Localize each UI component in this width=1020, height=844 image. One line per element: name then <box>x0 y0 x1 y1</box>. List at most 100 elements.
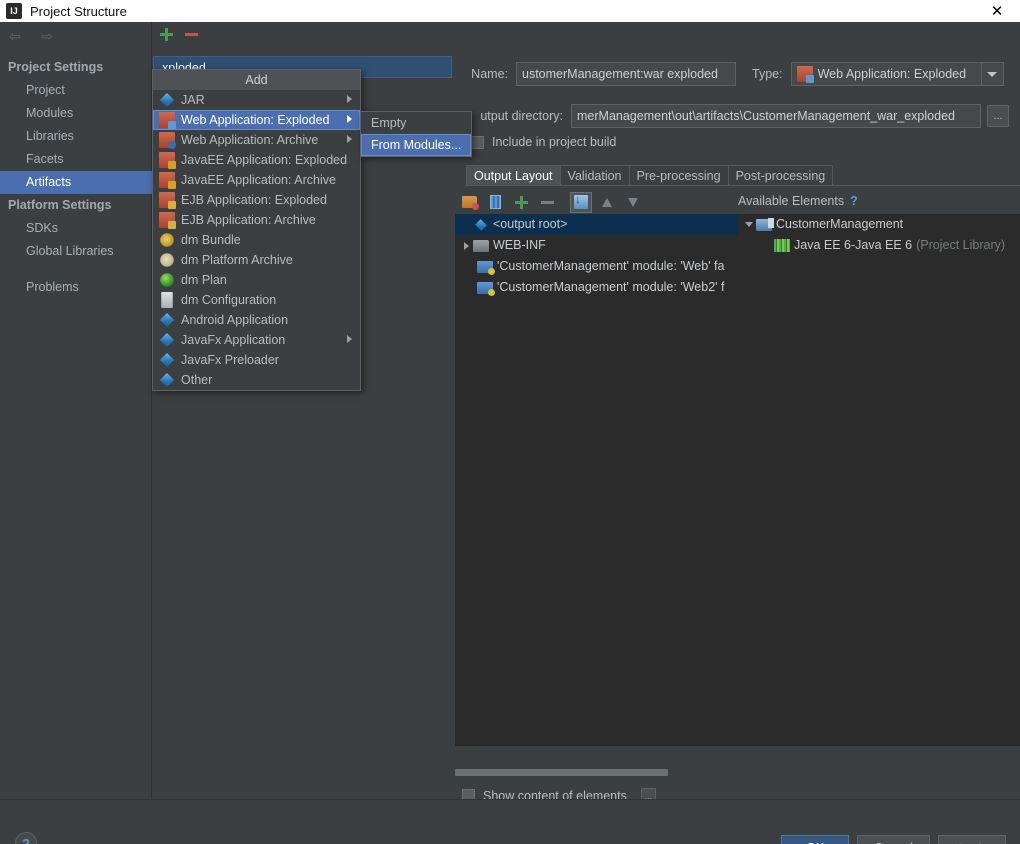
include-in-build-checkbox[interactable] <box>471 135 484 149</box>
help-icon[interactable]: ? <box>850 194 858 208</box>
menu-item-label: Web Application: Archive <box>181 133 319 147</box>
cancel-button[interactable]: Cancel <box>857 835 930 844</box>
output-tree-horizontal-scrollbar[interactable] <box>455 768 738 777</box>
sidebar-item-global-libraries[interactable]: Global Libraries <box>0 240 152 263</box>
chevron-right-icon <box>347 135 352 143</box>
forward-arrow-icon[interactable]: ⇨ <box>36 26 58 46</box>
sidebar-item-libraries[interactable]: Libraries <box>0 125 152 148</box>
menu-item-web-application-exploded[interactable]: Web Application: Exploded <box>153 110 360 130</box>
back-arrow-icon[interactable]: ⇦ <box>4 26 26 46</box>
project-structure-dialog: IJ Project Structure ✕ ⇦ ⇨ Project Setti… <box>0 0 1020 844</box>
sidebar-item-modules[interactable]: Modules <box>0 102 152 125</box>
window-title: Project Structure <box>30 3 127 19</box>
window-titlebar: IJ Project Structure ✕ <box>0 0 1020 22</box>
menu-item-ejb-application-exploded[interactable]: EJB Application: Exploded <box>153 190 360 210</box>
move-down-icon[interactable] <box>622 192 644 213</box>
include-in-build-row[interactable]: Include in project build <box>471 135 616 149</box>
submenu-item-empty[interactable]: Empty <box>361 112 471 134</box>
available-row-label: Java EE 6-Java EE 6 <box>794 238 913 252</box>
other-icon <box>159 372 175 388</box>
chevron-down-icon[interactable] <box>742 222 756 227</box>
output-directory-input[interactable]: merManagement\out\artifacts\CustomerMana… <box>571 104 981 128</box>
tree-row[interactable]: 'CustomerManagement' module: 'Web' fa <box>455 256 738 277</box>
sort-icon[interactable] <box>570 191 592 213</box>
apply-button[interactable]: Apply <box>938 835 1006 844</box>
available-row[interactable]: Java EE 6-Java EE 6 (Project Library) <box>738 235 1020 256</box>
menu-item-android-application[interactable]: Android Application <box>153 310 360 330</box>
menu-item-dm-bundle[interactable]: dm Bundle <box>153 230 360 250</box>
ok-button[interactable]: OK <box>781 835 850 844</box>
help-icon[interactable]: ? <box>15 832 37 844</box>
output-layout-tree[interactable]: <output root> WEB-INF 'CustomerManagemen… <box>455 214 738 746</box>
tab-post-processing[interactable]: Post-processing <box>727 165 834 186</box>
move-up-icon[interactable] <box>596 192 618 213</box>
menu-item-javafx-application[interactable]: JavaFx Application <box>153 330 360 350</box>
menu-item-label: Android Application <box>181 313 289 327</box>
menu-item-dm-plan[interactable]: dm Plan <box>153 270 360 290</box>
javaee-archive-icon <box>159 172 176 189</box>
menu-item-javafx-preloader[interactable]: JavaFx Preloader <box>153 350 360 370</box>
tab-output-layout[interactable]: Output Layout <box>466 165 561 186</box>
sidebar-item-project[interactable]: Project <box>0 79 152 102</box>
menu-item-javaee-application-exploded[interactable]: JavaEE Application: Exploded <box>153 150 360 170</box>
menu-item-dm-configuration[interactable]: dm Configuration <box>153 290 360 310</box>
remove-artifact-button[interactable] <box>184 27 199 42</box>
dialog-footer: ? OK Cancel Apply <box>0 799 1020 844</box>
tree-row-label: 'CustomerManagement' module: 'Web2' f <box>497 280 725 294</box>
add-directory-icon[interactable] <box>458 192 480 213</box>
tab-pre-processing[interactable]: Pre-processing <box>628 165 729 186</box>
add-copy-icon[interactable] <box>510 192 532 213</box>
artifact-name-input[interactable]: ustomerManagement:war exploded <box>516 62 736 86</box>
app-logo-icon: IJ <box>6 3 22 19</box>
menu-item-jar[interactable]: JAR <box>153 90 360 110</box>
chevron-right-icon <box>347 115 352 123</box>
menu-item-label: JavaFx Preloader <box>181 353 279 367</box>
sidebar-item-sdks[interactable]: SDKs <box>0 217 152 240</box>
menu-item-label: JavaFx Application <box>181 333 286 347</box>
chevron-down-icon[interactable] <box>980 63 1003 85</box>
sidebar-nav-arrows: ⇦ ⇨ <box>4 26 58 46</box>
menu-item-other[interactable]: Other <box>153 370 360 390</box>
menu-item-label: EJB Application: Exploded <box>181 193 327 207</box>
web-archive-icon <box>159 132 176 149</box>
menu-item-label: dm Bundle <box>181 233 241 247</box>
tree-row[interactable]: 'CustomerManagement' module: 'Web2' f <box>455 277 738 298</box>
menu-item-web-application-archive[interactable]: Web Application: Archive <box>153 130 360 150</box>
menu-item-label: JavaEE Application: Exploded <box>181 153 348 167</box>
close-icon[interactable]: ✕ <box>974 0 1020 22</box>
artifact-type-combo[interactable]: Web Application: Exploded <box>790 62 1004 86</box>
sidebar-group-platform-settings: Platform Settings <box>8 198 112 212</box>
sidebar-item-artifacts[interactable]: Artifacts <box>0 171 152 194</box>
scrollbar-thumb[interactable] <box>455 769 668 776</box>
tree-row[interactable]: <output root> <box>455 214 738 235</box>
sidebar-item-facets[interactable]: Facets <box>0 148 152 171</box>
chevron-right-icon[interactable] <box>459 241 473 250</box>
artifacts-toolbar <box>153 22 452 46</box>
submenu-item-from-modules[interactable]: From Modules... <box>361 134 471 156</box>
add-artifact-button[interactable] <box>159 27 174 42</box>
menu-item-label: JAR <box>181 93 205 107</box>
menu-item-javaee-application-archive[interactable]: JavaEE Application: Archive <box>153 170 360 190</box>
available-row[interactable]: CustomerManagement <box>738 214 1020 235</box>
sidebar-item-problems[interactable]: Problems <box>0 276 152 299</box>
add-library-icon[interactable] <box>484 192 506 213</box>
dm-configuration-icon <box>161 292 173 308</box>
jar-icon <box>159 92 175 108</box>
sidebar-list: Project Settings Project Modules Librari… <box>0 56 152 299</box>
menu-item-label: dm Plan <box>181 273 227 287</box>
web-exploded-icon <box>796 66 814 83</box>
available-elements-tree[interactable]: CustomerManagement Java EE 6-Java EE 6 (… <box>738 214 1020 746</box>
tabs-underline <box>466 185 1020 186</box>
remove-icon[interactable] <box>536 192 558 213</box>
module-root-icon <box>756 217 774 231</box>
tab-validation[interactable]: Validation <box>559 165 630 186</box>
tree-row-label: WEB-INF <box>493 238 546 252</box>
browse-output-directory-button[interactable]: ... <box>987 105 1009 127</box>
menu-item-dm-platform-archive[interactable]: dm Platform Archive <box>153 250 360 270</box>
module-output-icon <box>477 260 495 275</box>
tree-row-label: <output root> <box>493 217 568 231</box>
settings-sidebar: ⇦ ⇨ Project Settings Project Modules Lib… <box>0 22 152 799</box>
output-layout-toolbar <box>458 190 644 214</box>
menu-item-ejb-application-archive[interactable]: EJB Application: Archive <box>153 210 360 230</box>
tree-row[interactable]: WEB-INF <box>455 235 738 256</box>
